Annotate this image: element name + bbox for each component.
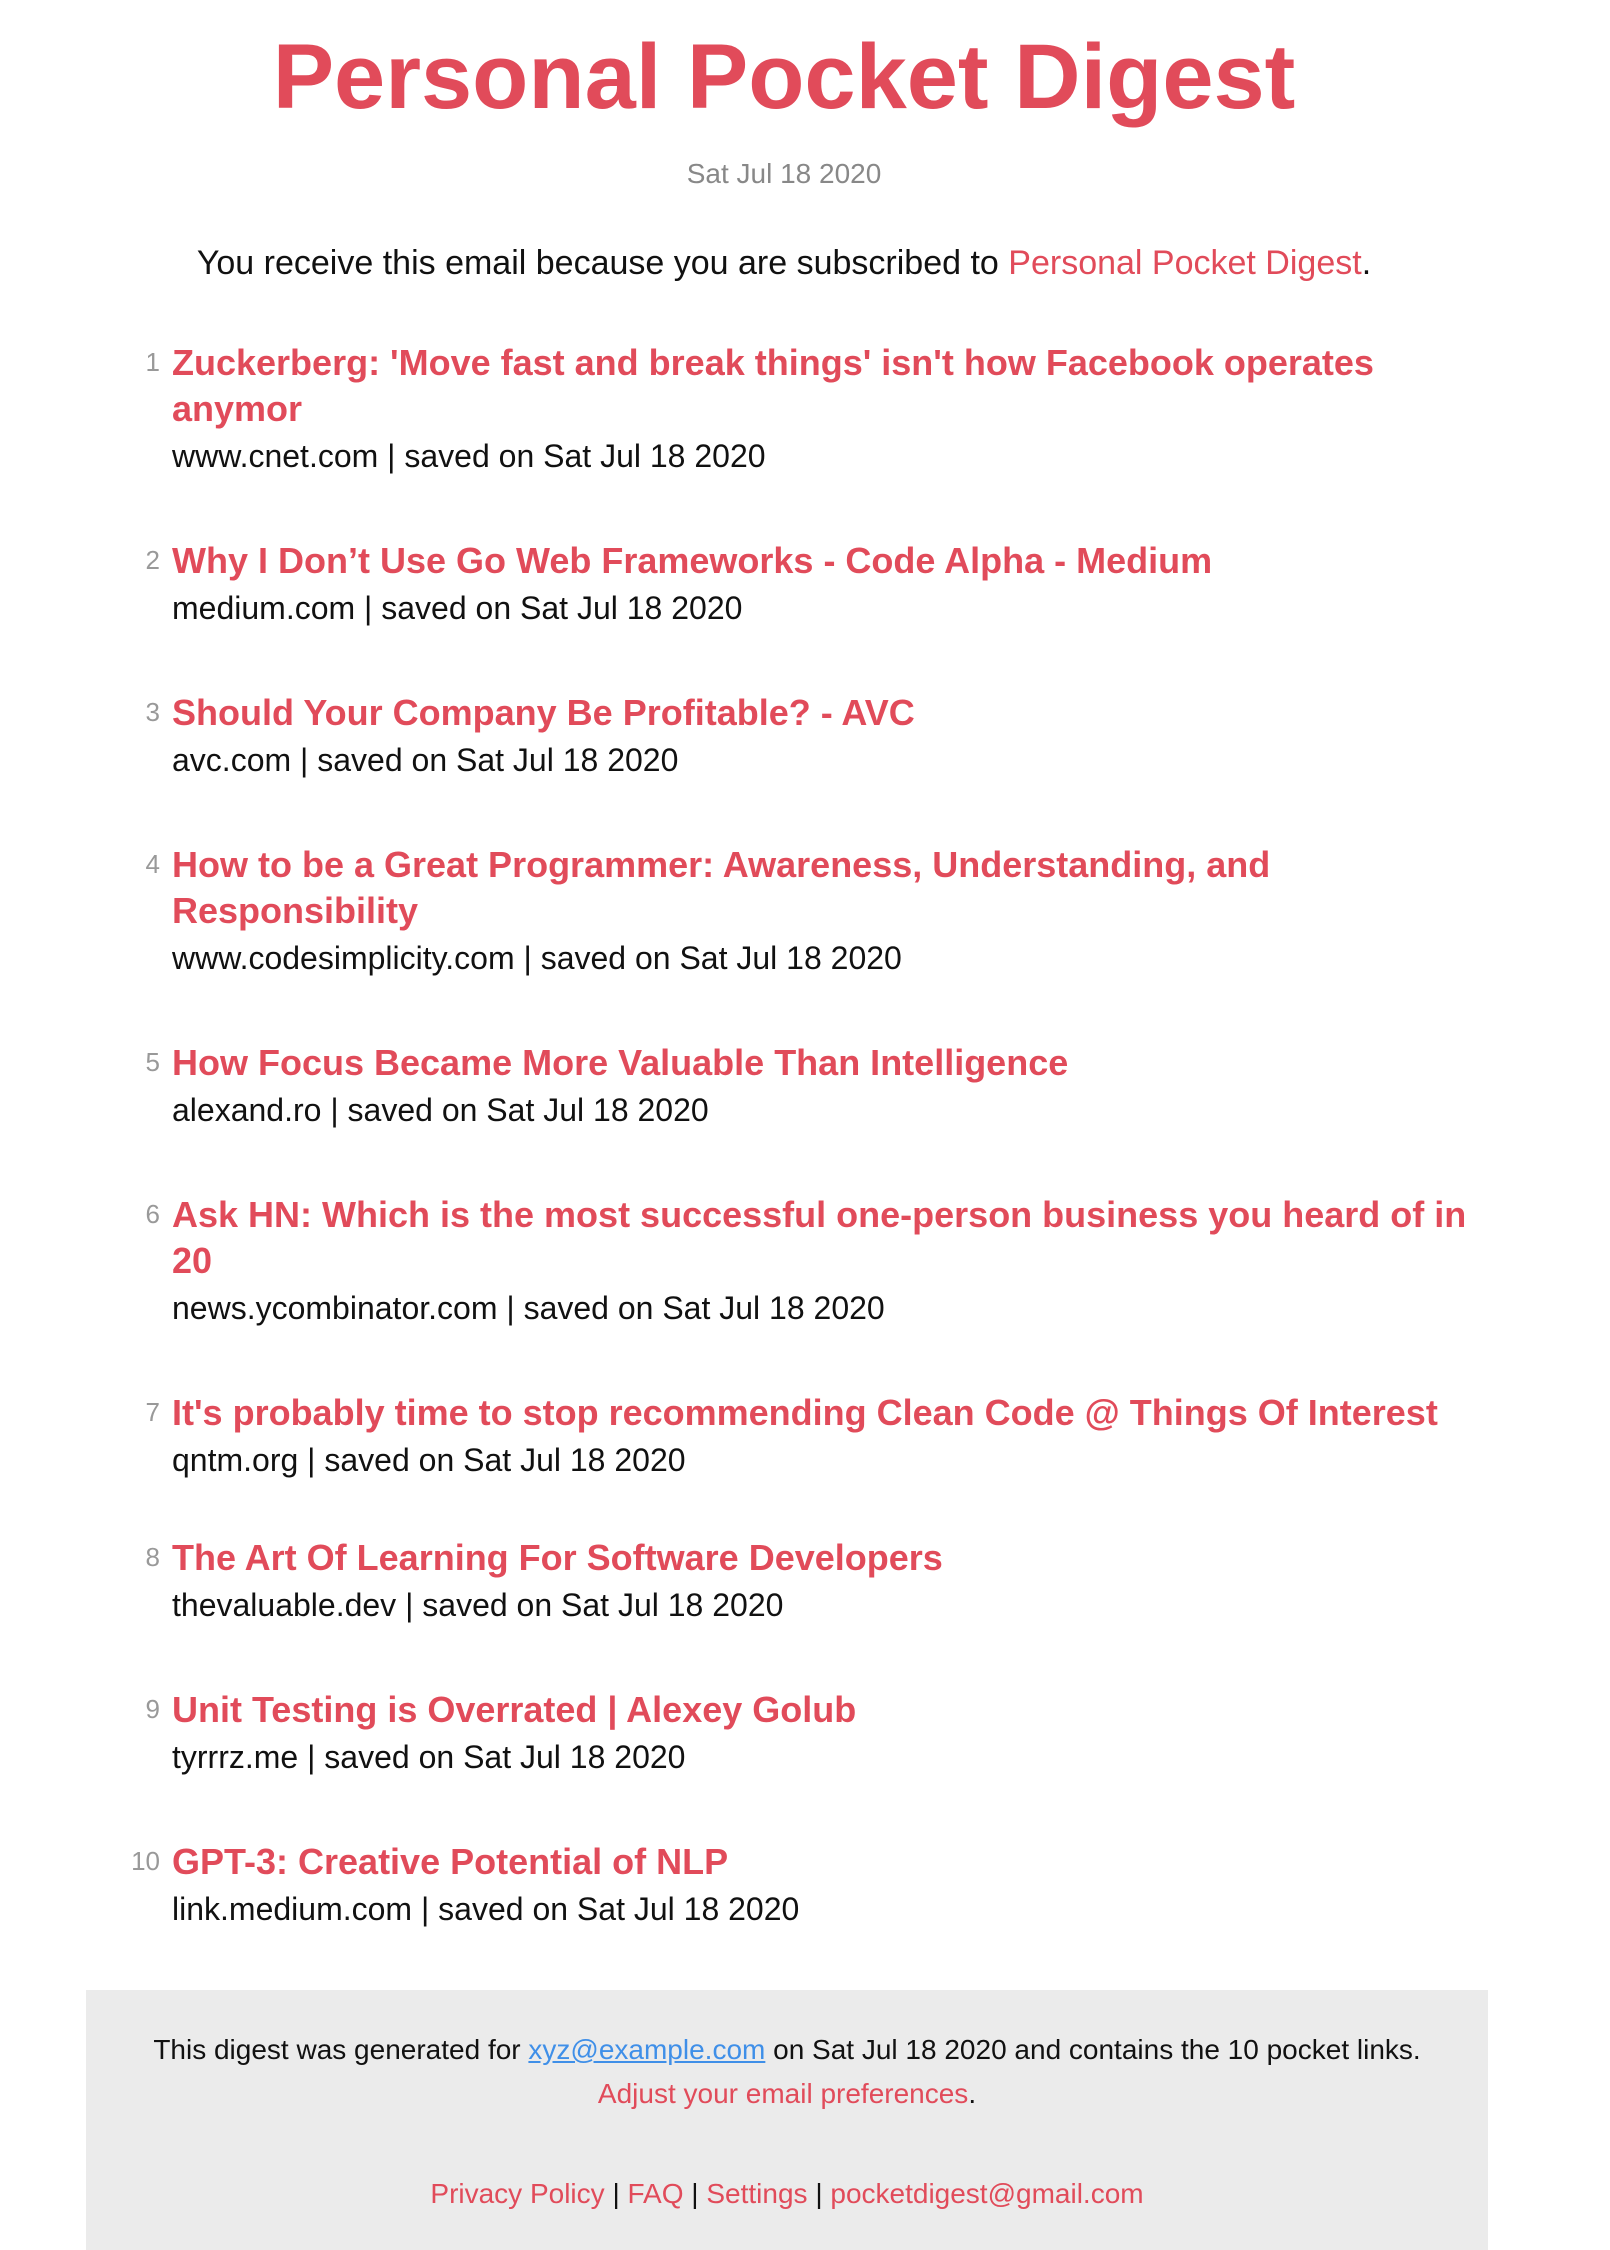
adjust-preferences-link[interactable]: Adjust your email preferences <box>598 2078 968 2109</box>
list-item: 3 Should Your Company Be Profitable? - A… <box>122 690 1482 780</box>
article-title-link[interactable]: The Art Of Learning For Software Develop… <box>172 1535 1482 1581</box>
privacy-policy-link[interactable]: Privacy Policy <box>430 2178 604 2209</box>
list-item: 7 It's probably time to stop recommendin… <box>122 1390 1482 1480</box>
item-number: 4 <box>145 849 160 879</box>
digest-email: Personal Pocket Digest Sat Jul 18 2020 Y… <box>0 0 1610 2250</box>
footer-text-middle: on Sat Jul 18 2020 and contains the 10 p… <box>765 2034 1421 2065</box>
digest-footer: This digest was generated for xyz@exampl… <box>86 1990 1488 2250</box>
article-meta: news.ycombinator.com | saved on Sat Jul … <box>172 1290 885 1326</box>
list-item: 1 Zuckerberg: 'Move fast and break thing… <box>122 340 1482 476</box>
item-number: 9 <box>145 1694 160 1724</box>
article-title-link[interactable]: Should Your Company Be Profitable? - AVC <box>172 690 1482 736</box>
article-meta: thevaluable.dev | saved on Sat Jul 18 20… <box>172 1587 784 1623</box>
recipient-email-link[interactable]: xyz@example.com <box>528 2034 765 2065</box>
article-title-link[interactable]: It's probably time to stop recommending … <box>172 1390 1482 1436</box>
article-meta: www.cnet.com | saved on Sat Jul 18 2020 <box>172 438 766 474</box>
article-meta: link.medium.com | saved on Sat Jul 18 20… <box>172 1891 800 1927</box>
item-number: 1 <box>145 347 160 377</box>
list-item: 9 Unit Testing is Overrated | Alexey Gol… <box>122 1687 1482 1777</box>
footer-summary: This digest was generated for xyz@exampl… <box>126 2028 1448 2116</box>
settings-link[interactable]: Settings <box>706 2178 807 2209</box>
contact-email-link[interactable]: pocketdigest@gmail.com <box>830 2178 1143 2209</box>
footer-links: Privacy Policy | FAQ | Settings | pocket… <box>86 2174 1488 2214</box>
item-number: 3 <box>145 697 160 727</box>
article-title-link[interactable]: How Focus Became More Valuable Than Inte… <box>172 1040 1482 1086</box>
link-separator: | <box>815 2178 823 2209</box>
article-meta: medium.com | saved on Sat Jul 18 2020 <box>172 590 743 626</box>
article-title-link[interactable]: GPT-3: Creative Potential of NLP <box>172 1839 1482 1885</box>
article-title-link[interactable]: Zuckerberg: 'Move fast and break things'… <box>172 340 1482 432</box>
link-separator: | <box>612 2178 620 2209</box>
article-list: 1 Zuckerberg: 'Move fast and break thing… <box>0 0 1610 1960</box>
article-title-link[interactable]: Ask HN: Which is the most successful one… <box>172 1192 1482 1284</box>
list-item: 6 Ask HN: Which is the most successful o… <box>122 1192 1482 1328</box>
list-item: 5 How Focus Became More Valuable Than In… <box>122 1040 1482 1130</box>
list-item: 4 How to be a Great Programmer: Awarenes… <box>122 842 1482 978</box>
list-item: 10 GPT-3: Creative Potential of NLP link… <box>122 1839 1482 1929</box>
item-number: 7 <box>145 1397 160 1427</box>
item-number: 5 <box>145 1047 160 1077</box>
item-number: 10 <box>131 1846 160 1876</box>
article-meta: qntm.org | saved on Sat Jul 18 2020 <box>172 1442 686 1478</box>
item-number: 8 <box>145 1542 160 1572</box>
article-meta: avc.com | saved on Sat Jul 18 2020 <box>172 742 679 778</box>
item-number: 6 <box>145 1199 160 1229</box>
article-title-link[interactable]: How to be a Great Programmer: Awareness,… <box>172 842 1482 934</box>
footer-text-suffix: . <box>968 2078 977 2109</box>
article-title-link[interactable]: Unit Testing is Overrated | Alexey Golub <box>172 1687 1482 1733</box>
item-number: 2 <box>145 545 160 575</box>
article-meta: tyrrrz.me | saved on Sat Jul 18 2020 <box>172 1739 686 1775</box>
article-meta: alexand.ro | saved on Sat Jul 18 2020 <box>172 1092 709 1128</box>
article-meta: www.codesimplicity.com | saved on Sat Ju… <box>172 940 902 976</box>
article-title-link[interactable]: Why I Don’t Use Go Web Frameworks - Code… <box>172 538 1482 584</box>
link-separator: | <box>691 2178 699 2209</box>
footer-text-prefix: This digest was generated for <box>153 2034 529 2065</box>
list-item: 2 Why I Don’t Use Go Web Frameworks - Co… <box>122 538 1482 628</box>
list-item: 8 The Art Of Learning For Software Devel… <box>122 1535 1482 1625</box>
faq-link[interactable]: FAQ <box>628 2178 684 2209</box>
